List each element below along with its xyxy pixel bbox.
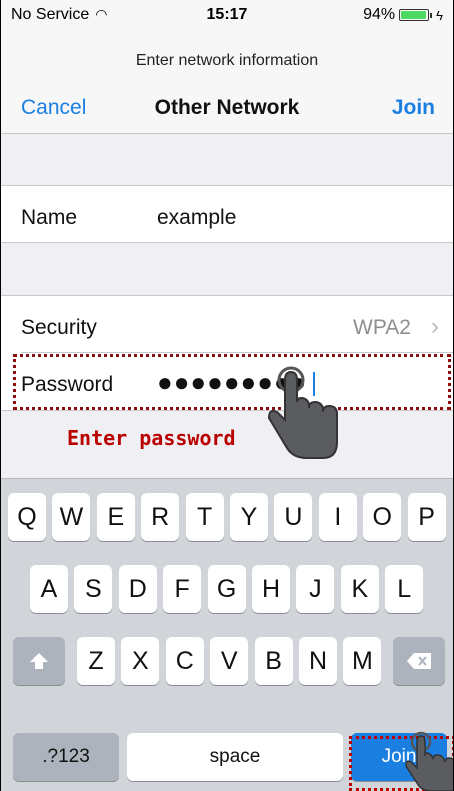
annotation-hint: Enter password xyxy=(67,426,236,450)
key-a[interactable]: A xyxy=(30,565,68,613)
key-m[interactable]: M xyxy=(343,637,382,685)
status-bar: No Service ◠ 15:17 94% ϟ xyxy=(1,0,453,34)
charging-icon: ϟ xyxy=(436,7,443,23)
keyboard-row-3: ZXCVBNM xyxy=(1,637,453,687)
nav-prompt: Enter network information xyxy=(135,52,319,69)
backspace-icon xyxy=(407,653,431,669)
password-row[interactable]: Password ●●●●●●●●● xyxy=(1,353,453,411)
shift-icon xyxy=(30,653,48,669)
key-f[interactable]: F xyxy=(163,565,202,613)
space-key[interactable]: space xyxy=(127,733,343,781)
keyboard-row-2: ASDFGHJKL xyxy=(1,565,453,615)
key-i[interactable]: I xyxy=(318,493,357,541)
key-h[interactable]: H xyxy=(252,565,290,613)
name-row[interactable]: Name example xyxy=(1,185,453,243)
text-cursor xyxy=(313,372,316,397)
name-label: Name xyxy=(21,206,78,229)
keyboard-row-1: QWERTYUIOP xyxy=(1,493,453,543)
key-o[interactable]: O xyxy=(363,493,402,541)
key-g[interactable]: G xyxy=(207,565,246,613)
key-k[interactable]: K xyxy=(340,565,379,613)
key-q[interactable]: Q xyxy=(8,493,46,541)
key-u[interactable]: U xyxy=(274,493,313,541)
key-b[interactable]: B xyxy=(254,637,293,685)
key-v[interactable]: V xyxy=(210,637,249,685)
navigation-bar: Enter network information Cancel Other N… xyxy=(1,34,453,134)
cancel-button[interactable]: Cancel xyxy=(21,96,86,120)
key-s[interactable]: S xyxy=(74,565,113,613)
keyboard-join-key[interactable]: Join xyxy=(351,733,447,781)
key-j[interactable]: J xyxy=(296,565,335,613)
key-n[interactable]: N xyxy=(299,637,337,685)
battery-indicator: 94% ϟ xyxy=(363,6,443,23)
delete-key[interactable] xyxy=(393,637,445,685)
key-y[interactable]: Y xyxy=(230,493,268,541)
numbers-key[interactable]: .?123 xyxy=(13,733,119,781)
password-field[interactable]: ●●●●●●●●● xyxy=(157,367,316,398)
shift-key[interactable] xyxy=(13,637,65,685)
key-c[interactable]: C xyxy=(165,637,204,685)
key-d[interactable]: D xyxy=(118,565,157,613)
join-button[interactable]: Join xyxy=(392,96,435,120)
security-value: WPA2 xyxy=(353,316,411,339)
battery-icon xyxy=(399,9,430,21)
key-l[interactable]: L xyxy=(385,565,424,613)
keyboard-row-4: .?123 space Join xyxy=(1,733,453,783)
password-label: Password xyxy=(21,373,114,396)
key-e[interactable]: E xyxy=(96,493,135,541)
key-w[interactable]: W xyxy=(52,493,91,541)
keyboard: QWERTYUIOP ASDFGHJKL ZXCVBNM .?123 space… xyxy=(1,478,453,791)
key-p[interactable]: P xyxy=(407,493,446,541)
key-x[interactable]: X xyxy=(121,637,160,685)
key-r[interactable]: R xyxy=(141,493,180,541)
phone-screen: No Service ◠ 15:17 94% ϟ Enter network in… xyxy=(0,0,454,791)
key-z[interactable]: Z xyxy=(77,637,115,685)
security-label: Security xyxy=(21,316,97,339)
security-row[interactable]: Security WPA2 › xyxy=(1,295,453,353)
name-field[interactable]: example xyxy=(157,206,236,230)
chevron-right-icon: › xyxy=(431,313,439,340)
key-t[interactable]: T xyxy=(185,493,224,541)
